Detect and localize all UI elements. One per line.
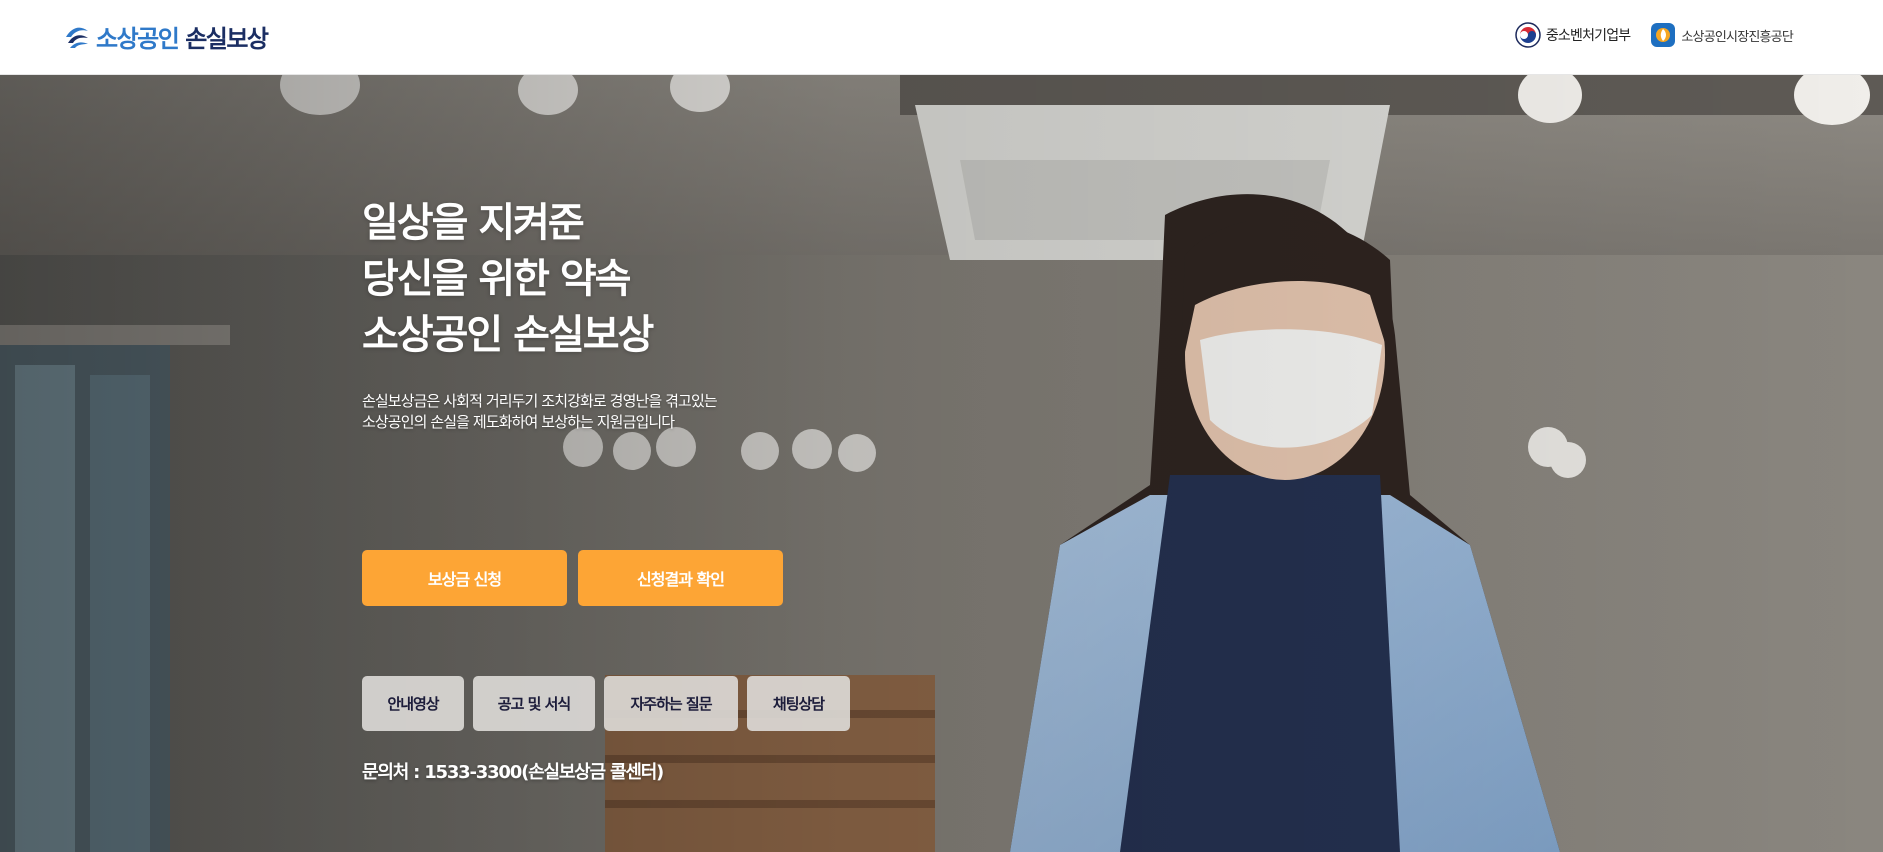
- hero-banner: 일상을 지켜준 당신을 위한 약속 소상공인 손실보상 손실보상금은 사회적 거…: [0, 75, 1883, 852]
- logo-text: 소상공인 손실보상: [96, 24, 269, 53]
- hero-background-image: [0, 75, 1883, 852]
- semas-emblem-icon: [1651, 23, 1676, 47]
- hero-content: 일상을 지켜준 당신을 위한 약속 소상공인 손실보상 손실보상금은 사회적 거…: [362, 195, 922, 783]
- chat-consult-button[interactable]: 채팅상담: [747, 676, 850, 731]
- partner-mss[interactable]: 중소벤처기업부: [1515, 22, 1631, 48]
- hero-description: 손실보상금은 사회적 거리두기 조치강화로 경영난을 겪고있는 소상공인의 손실…: [362, 392, 718, 431]
- guide-video-button[interactable]: 안내영상: [362, 676, 464, 731]
- partner-logos: 중소벤처기업부 소상공인시장진흥공단: [1515, 22, 1794, 48]
- quick-link-group: 안내영상 공고 및 서식 자주하는 질문 채팅상담: [362, 676, 850, 731]
- notice-forms-button[interactable]: 공고 및 서식: [473, 676, 595, 731]
- apply-compensation-button[interactable]: 보상금 신청: [362, 550, 567, 606]
- taegeuk-emblem-icon: [1515, 22, 1541, 48]
- faq-button[interactable]: 자주하는 질문: [604, 676, 738, 731]
- site-logo[interactable]: 소상공인 손실보상: [64, 20, 269, 53]
- hero-headline: 일상을 지켜준 당신을 위한 약속 소상공인 손실보상: [362, 200, 654, 358]
- site-header: 소상공인 손실보상 중소벤처기업부 소상공인시장진흥공단: [0, 0, 1883, 75]
- check-result-button[interactable]: 신청결과 확인: [578, 550, 783, 606]
- contact-info: 문의처 : 1533-3300(손실보상금 콜센터): [362, 762, 664, 783]
- logo-wave-icon: [66, 27, 88, 48]
- partner-semas[interactable]: 소상공인시장진흥공단: [1650, 22, 1794, 48]
- cta-button-group: 보상금 신청 신청결과 확인: [362, 550, 783, 606]
